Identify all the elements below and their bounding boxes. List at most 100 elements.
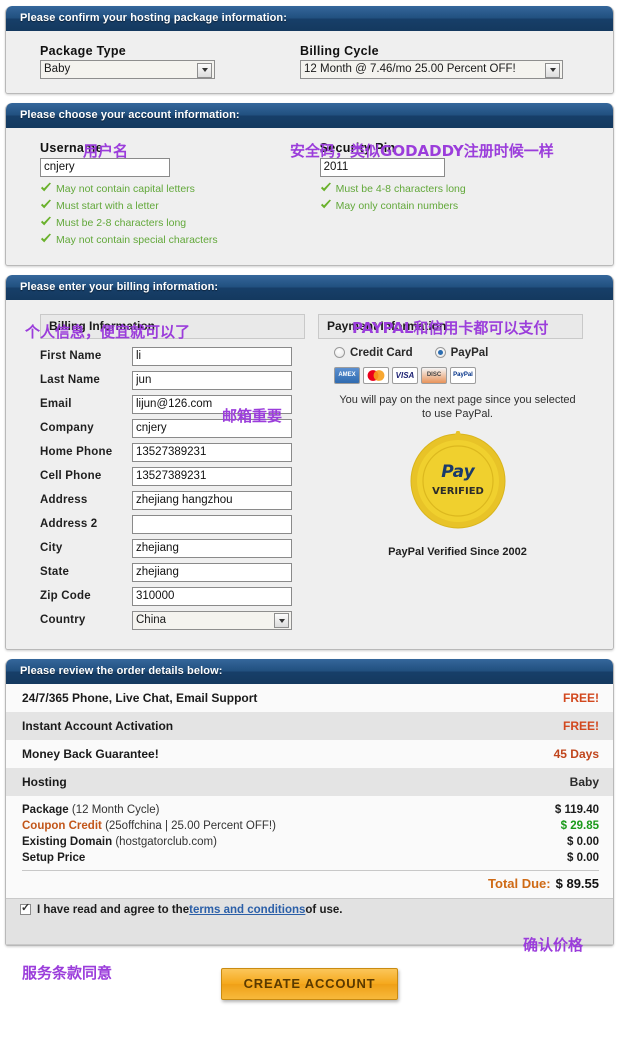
terms-agreement-row[interactable]: I have read and agree to the terms and c… xyxy=(6,897,613,921)
field-label: State xyxy=(40,566,70,578)
check-icon xyxy=(41,233,51,242)
feature-value: FREE! xyxy=(563,718,599,733)
price-row: Coupon Credit (25offchina | 25.00 Percen… xyxy=(22,818,599,834)
feature-name: Hosting xyxy=(22,774,67,789)
price-sub: (12 Month Cycle) xyxy=(71,803,160,816)
rule-text: May not contain capital letters xyxy=(56,182,195,195)
address-input[interactable] xyxy=(132,490,292,510)
account-panel-body: Username May not contain capital letters… xyxy=(6,128,613,265)
terms-checkbox[interactable] xyxy=(20,902,31,915)
paypal-next-page-note: You will pay on the next page since you … xyxy=(339,393,576,420)
security-pin-label: Security Pin xyxy=(319,141,396,155)
paypal-icon: PayPal xyxy=(450,366,476,384)
field-label: Last Name xyxy=(40,374,100,386)
email-field[interactable] xyxy=(132,394,292,414)
package-type-label: Package Type xyxy=(40,44,127,58)
billing-cycle-label: Billing Cycle xyxy=(300,44,379,58)
field-company: Company xyxy=(40,418,312,438)
check-icon xyxy=(320,199,331,208)
radio-label: Credit Card xyxy=(350,346,413,359)
order-review-panel-header: Please review the order details below: xyxy=(6,658,613,684)
security-pin-input[interactable] xyxy=(319,157,445,177)
feature-name: Instant Account Activation xyxy=(22,718,174,733)
order-feature-row: Money Back Guarantee! 45 Days xyxy=(6,740,613,768)
billing-cycle-select[interactable]: 12 Month @ 7.46/mo 25.00 Percent OFF! xyxy=(300,60,563,79)
package-panel-header: Please confirm your hosting package info… xyxy=(6,6,613,31)
feature-value: FREE! xyxy=(563,690,599,705)
package-panel: Please confirm your hosting package info… xyxy=(5,6,614,94)
field-label: Address xyxy=(40,494,88,506)
order-feature-row: 24/7/365 Phone, Live Chat, Email Support… xyxy=(6,684,613,712)
rule-item: Must start with a letter xyxy=(40,199,300,212)
svg-text:VERIFIED: VERIFIED xyxy=(432,486,484,497)
billing-information-section: Billing Information First Name Last Name… xyxy=(40,313,312,635)
chevron-down-icon[interactable] xyxy=(197,62,212,78)
package-type-select[interactable]: Baby xyxy=(40,60,215,79)
price-value: $ 119.40 xyxy=(554,803,599,816)
mastercard-icon xyxy=(363,366,389,384)
first-name-input[interactable] xyxy=(132,346,292,366)
company-input[interactable] xyxy=(132,418,292,438)
check-icon xyxy=(41,182,51,191)
country-select[interactable]: China xyxy=(132,610,292,630)
payment-method-paypal[interactable]: PayPal xyxy=(434,347,488,359)
chevron-down-icon[interactable] xyxy=(545,62,560,78)
price-value: $ 0.00 xyxy=(567,851,599,864)
check-icon xyxy=(320,182,331,191)
field-state: State xyxy=(40,562,312,582)
field-home-phone: Home Phone xyxy=(40,442,312,462)
price-sub: (25offchina | 25.00 Percent OFF!) xyxy=(105,819,276,832)
username-input[interactable] xyxy=(40,157,170,177)
order-form-page: Please confirm your hosting package info… xyxy=(0,0,619,1000)
amex-icon: AMEX xyxy=(334,366,360,384)
price-row: Setup Price $ 0.00 xyxy=(22,850,599,866)
terms-and-conditions-link[interactable]: terms and conditions xyxy=(189,904,305,916)
rule-text: May not contain special characters xyxy=(56,233,218,246)
cell-phone-input[interactable] xyxy=(132,466,292,486)
rule-item: May only contain numbers xyxy=(320,199,597,212)
city-input[interactable] xyxy=(132,538,292,558)
order-feature-row: Hosting Baby xyxy=(6,767,613,796)
field-cell-phone: Cell Phone xyxy=(40,466,312,486)
create-account-button[interactable]: CREATE ACCOUNT xyxy=(220,967,399,1000)
address-2-input[interactable] xyxy=(132,514,292,534)
field-email: Email xyxy=(40,394,312,414)
total-due-value: $ 89.55 xyxy=(555,875,599,891)
field-address: Address xyxy=(40,490,312,510)
total-due-row: Total Due: $ 89.55 xyxy=(22,869,599,894)
price-value: $ 29.85 xyxy=(560,819,599,832)
paypal-verified-seal-icon: Pay Pal VERIFIED xyxy=(410,430,505,528)
rule-text: Must start with a letter xyxy=(56,199,159,212)
radio-credit-card[interactable] xyxy=(334,347,345,358)
accepted-cards-row: AMEX VISA DISC PayPal xyxy=(334,366,597,384)
zip-code-input[interactable] xyxy=(132,586,292,606)
price-name: Package xyxy=(22,803,69,816)
order-review-panel: Please review the order details below: 2… xyxy=(5,658,614,946)
billing-panel-header: Please enter your billing information: xyxy=(6,274,613,300)
feature-name: 24/7/365 Phone, Live Chat, Email Support xyxy=(22,690,258,705)
account-panel: Please choose your account information: … xyxy=(5,103,614,266)
price-row: Existing Domain (hostgatorclub.com) $ 0.… xyxy=(22,834,599,850)
field-last-name: Last Name xyxy=(40,370,312,390)
coupon-credit-name: Coupon Credit xyxy=(22,819,102,832)
rule-text: Must be 2-8 characters long xyxy=(56,216,187,229)
feature-name: Money Back Guarantee! xyxy=(22,746,159,761)
create-account-button-wrap: CREATE ACCOUNT xyxy=(5,967,614,1000)
check-icon xyxy=(41,216,51,225)
paypal-verified-since-text: PayPal Verified Since 2002 xyxy=(388,545,527,558)
payment-method-credit-card[interactable]: Credit Card xyxy=(334,347,413,359)
payment-method-group: Credit Card PayPal xyxy=(334,347,597,359)
order-review-body: 24/7/365 Phone, Live Chat, Email Support… xyxy=(6,683,613,945)
pin-rule-list: Must be 4-8 characters long May only con… xyxy=(320,182,597,212)
home-phone-input[interactable] xyxy=(132,442,292,462)
chevron-down-icon[interactable] xyxy=(274,613,289,628)
order-feature-row: Instant Account Activation FREE! xyxy=(6,711,613,740)
field-label: Country xyxy=(40,614,86,626)
state-input[interactable] xyxy=(132,562,292,582)
account-panel-header: Please choose your account information: xyxy=(6,103,613,128)
package-panel-body: Package Type Baby Billing Cycle 12 Month… xyxy=(6,31,613,93)
radio-paypal[interactable] xyxy=(434,347,446,358)
field-city: City xyxy=(40,538,312,558)
last-name-input[interactable] xyxy=(132,370,292,390)
price-name: Existing Domain xyxy=(22,835,113,848)
